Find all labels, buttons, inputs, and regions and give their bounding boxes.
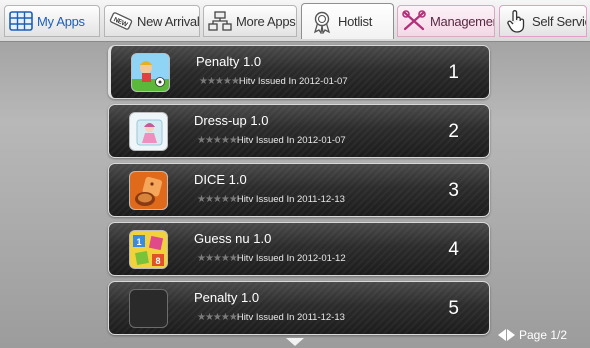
app-title: DICE 1.0 [194, 172, 247, 187]
new-tag-icon: NEW [109, 10, 133, 32]
app-meta: ★★★★★Hitv Issued In 2011-12-13 [197, 312, 345, 323]
rating-stars: ★★★★★ [197, 312, 238, 323]
app-meta: ★★★★★Hitv Issued In 2012-01-07 [197, 135, 346, 146]
tab-my-apps[interactable]: My Apps [4, 5, 100, 37]
tab-label: Hotlist [338, 14, 373, 29]
app-row[interactable]: 1 8 Guess nu 1.0 ★★★★★Hitv Issued In 201… [108, 222, 490, 276]
svg-text:8: 8 [155, 256, 160, 266]
tab-label: Management [430, 13, 494, 29]
dice-icon [129, 171, 168, 210]
tab-new-arrival[interactable]: NEW New Arrival [104, 5, 200, 37]
arrow-right-icon[interactable] [507, 329, 515, 341]
rank-number: 5 [448, 298, 459, 319]
app-row[interactable]: Dress-up 1.0 ★★★★★Hitv Issued In 2012-01… [108, 104, 490, 158]
grid-icon [9, 10, 33, 32]
tab-label: Self Service [532, 13, 586, 29]
blank-icon [129, 289, 168, 328]
rank-number: 3 [448, 180, 459, 201]
issued-date: Hitv Issued In 2011-12-13 [236, 194, 345, 205]
app-meta: ★★★★★Hitv Issued In 2011-12-13 [197, 194, 345, 205]
tab-hotlist[interactable]: Hotlist [301, 3, 394, 39]
app-meta: ★★★★★Hitv Issued In 2012-01-12 [197, 253, 346, 264]
issued-date: Hitv Issued In 2012-01-07 [236, 135, 346, 146]
pagination[interactable]: Page 1/2 [498, 328, 567, 342]
issued-date: Hitv Issued In 2012-01-07 [238, 76, 348, 87]
rating-stars: ★★★★★ [199, 76, 240, 87]
network-icon [208, 10, 232, 32]
issued-date: Hitv Issued In 2012-01-12 [236, 253, 346, 264]
tools-icon [402, 10, 426, 32]
rank-number: 4 [448, 239, 459, 260]
tab-self-service[interactable]: Self Service [499, 5, 587, 37]
app-title: Dress-up 1.0 [194, 113, 269, 128]
rating-stars: ★★★★★ [197, 135, 238, 146]
hand-pointer-icon [504, 10, 528, 33]
app-title: Penalty 1.0 [194, 290, 260, 305]
page-indicator: Page 1/2 [519, 328, 568, 342]
award-ribbon-icon [310, 11, 334, 34]
scroll-down-arrow-icon[interactable] [286, 338, 304, 346]
category-tab-bar: My Apps NEW New Arrival More Apps Hotlis… [0, 0, 590, 42]
svg-text:1: 1 [136, 237, 141, 247]
app-meta: ★★★★★Hitv Issued In 2012-01-07 [199, 76, 348, 87]
app-row[interactable]: Penalty 1.0 ★★★★★Hitv Issued In 2012-01-… [108, 45, 490, 99]
tab-label: More Apps [236, 13, 296, 29]
rating-stars: ★★★★★ [197, 194, 238, 205]
tab-management[interactable]: Management [397, 5, 495, 37]
app-row[interactable]: Penalty 1.0 ★★★★★Hitv Issued In 2011-12-… [108, 281, 490, 335]
number-blocks-icon: 1 8 [129, 230, 168, 269]
rating-stars: ★★★★★ [197, 253, 238, 264]
rank-number: 1 [448, 62, 459, 83]
left-right-arrows-icon[interactable] [498, 329, 515, 341]
soccer-kids-icon [131, 53, 170, 92]
app-title: Guess nu 1.0 [194, 231, 272, 246]
app-title: Penalty 1.0 [196, 54, 262, 69]
tab-label: My Apps [37, 13, 85, 29]
arrow-left-icon[interactable] [498, 329, 506, 341]
tab-label: New Arrival [137, 13, 200, 29]
issued-date: Hitv Issued In 2011-12-13 [236, 312, 345, 323]
tab-more-apps[interactable]: More Apps [203, 5, 297, 37]
rank-number: 2 [448, 121, 459, 142]
dress-up-girl-icon [129, 112, 168, 151]
app-row[interactable]: DICE 1.0 ★★★★★Hitv Issued In 2011-12-13 … [108, 163, 490, 217]
